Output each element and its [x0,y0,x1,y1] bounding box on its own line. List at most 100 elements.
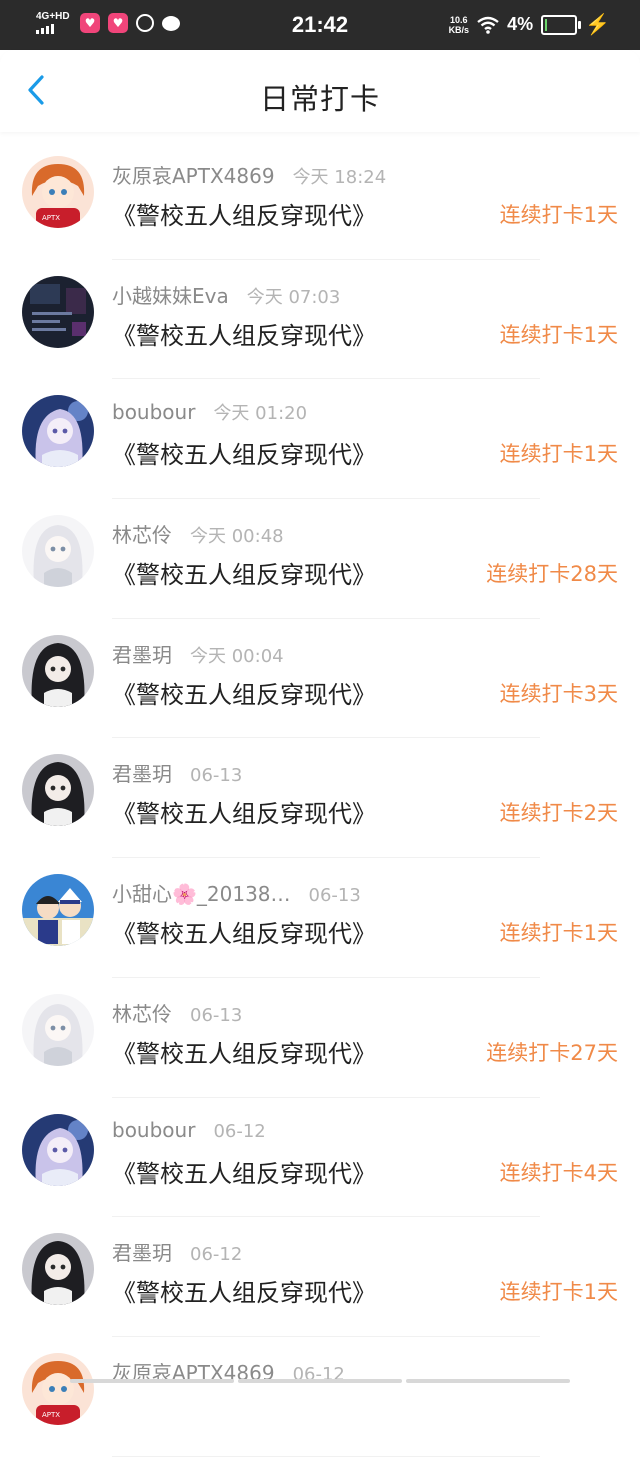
list-item[interactable]: 君墨玥 06-12 《警校五人组反穿现代》 连续打卡1天 [0,1217,640,1337]
entry-meta: 灰原哀APTX4869 今天 18:24 [112,160,386,189]
username[interactable]: 君墨玥 [112,1237,172,1266]
list-item[interactable]: 君墨玥 今天 00:04 《警校五人组反穿现代》 连续打卡3天 [0,619,640,739]
checkin-list: APTX 灰原哀APTX4869 今天 18:24 《警校五人组反穿现代》 连续… [0,140,640,1457]
streak-badge: 连续打卡27天 [486,1040,618,1065]
streak-badge: 连续打卡2天 [499,801,618,826]
avatar-image: APTX [22,156,94,228]
avatar[interactable] [22,874,94,947]
nav-bar: 日常打卡 [0,50,640,132]
entry-meta: boubour 今天 01:20 [112,399,307,425]
speed-value: 10.6 [450,14,468,25]
username[interactable]: boubour [112,400,195,424]
avatar-image [22,874,94,947]
avatar[interactable] [22,515,94,588]
avatar[interactable] [22,1113,94,1186]
book-title[interactable]: 《警校五人组反穿现代》 [112,435,376,470]
avatar[interactable]: APTX [22,156,94,228]
list-item[interactable]: 小越妹妹Eva 今天 07:03 《警校五人组反穿现代》 连续打卡1天 [0,260,640,380]
list-item[interactable]: 林芯伶 今天 00:48 《警校五人组反穿现代》 连续打卡28天 [0,499,640,619]
list-item[interactable]: 林芯伶 06-13 《警校五人组反穿现代》 连续打卡27天 [0,978,640,1098]
avatar[interactable] [22,275,94,348]
username[interactable]: 林芯伶 [112,998,172,1027]
svg-text:APTX: APTX [42,214,60,222]
timestamp: 06-13 [190,765,243,787]
username[interactable]: 君墨玥 [112,639,172,668]
avatar-image [22,395,94,468]
avatar-image [22,515,94,588]
avatar-image [22,275,94,348]
timestamp: 06-12 [190,1244,243,1266]
battery-fill [545,18,548,31]
book-title[interactable]: 《警校五人组反穿现代》 [112,196,376,231]
avatar[interactable] [22,754,94,827]
list-item[interactable]: boubour 今天 01:20 《警校五人组反穿现代》 连续打卡1天 [0,379,640,500]
streak-badge: 连续打卡28天 [486,562,618,587]
wifi-icon [477,16,499,34]
avatar-image: APTX [22,1352,94,1425]
network-speed: 10.6 KB/s [449,15,470,35]
streak-badge: 连续打卡1天 [499,921,618,946]
username[interactable]: 君墨玥 [112,758,172,787]
timestamp: 今天 00:48 [190,526,284,548]
avatar-image [22,1233,94,1306]
entry-meta: boubour 06-12 [112,1118,266,1142]
entry-meta: 林芯伶 06-13 [112,998,242,1027]
book-title[interactable]: 《警校五人组反穿现代》 [112,1273,376,1308]
username[interactable]: 小甜心🌸_20138… [112,878,291,907]
streak-badge: 连续打卡1天 [499,1280,618,1305]
status-right: 10.6 KB/s 4% ⚡ [449,12,610,37]
status-bar: 4G+HD ♥ ♥ 21:42 10.6 KB/s 4% ⚡ [0,0,640,50]
list-item[interactable]: 君墨玥 06-13 《警校五人组反穿现代》 连续打卡2天 [0,738,640,859]
timestamp: 06-13 [308,885,361,907]
avatar-image [22,754,94,827]
timestamp: 06-12 [213,1120,266,1142]
timestamp: 今天 01:20 [213,403,308,425]
avatar-image [22,1113,94,1186]
page-title: 日常打卡 [259,82,380,116]
timestamp: 今天 07:03 [246,286,341,308]
timestamp: 今天 18:24 [292,167,387,188]
book-title[interactable]: 《警校五人组反穿现代》 [112,675,376,710]
entry-meta: 君墨玥 06-13 [112,758,242,787]
avatar-image [22,993,94,1066]
streak-badge: 连续打卡1天 [499,203,618,227]
streak-badge: 连续打卡3天 [499,681,618,706]
entry-meta: 林芯伶 今天 00:48 [112,519,284,548]
book-title[interactable]: 《警校五人组反穿现代》 [112,1154,376,1189]
divider [112,1455,540,1457]
speed-unit: KB/s [448,24,470,35]
username[interactable]: 灰原哀APTX4869 [112,160,275,189]
book-title[interactable]: 《警校五人组反穿现代》 [112,316,376,351]
list-item[interactable]: APTX 灰原哀APTX4869 06-12 [0,1337,640,1457]
scroll-indicator [70,1379,570,1383]
username[interactable]: boubour [112,1118,195,1142]
entry-meta: 君墨玥 今天 00:04 [112,639,284,668]
book-title[interactable]: 《警校五人组反穿现代》 [112,1034,376,1069]
timestamp: 06-13 [190,1004,243,1026]
battery-percent: 4% [507,14,534,34]
list-item[interactable]: APTX 灰原哀APTX4869 今天 18:24 《警校五人组反穿现代》 连续… [0,140,640,260]
svg-text:APTX: APTX [42,1411,60,1419]
avatar-image [22,634,94,707]
list-item[interactable]: 小甜心🌸_20138… 06-13 《警校五人组反穿现代》 连续打卡1天 [0,858,640,978]
list-item[interactable]: boubour 06-12 《警校五人组反穿现代》 连续打卡4天 [0,1098,640,1218]
username[interactable]: 林芯伶 [112,519,172,548]
book-title[interactable]: 《警校五人组反穿现代》 [112,794,376,829]
charging-bolt-icon: ⚡ [585,14,610,36]
battery-icon [541,14,582,35]
avatar[interactable] [22,395,94,468]
entry-meta: 小越妹妹Eva 今天 07:03 [112,280,340,309]
entry-meta: 君墨玥 06-12 [112,1237,242,1266]
avatar[interactable] [22,993,94,1066]
avatar[interactable] [22,1233,94,1306]
book-title[interactable]: 《警校五人组反穿现代》 [112,914,376,949]
streak-badge: 连续打卡4天 [499,1160,618,1185]
timestamp: 今天 00:04 [190,645,284,667]
username[interactable]: 小越妹妹Eva [112,280,229,309]
entry-meta: 小甜心🌸_20138… 06-13 [112,878,361,907]
avatar[interactable] [22,634,94,707]
avatar[interactable]: APTX [22,1352,94,1425]
streak-badge: 连续打卡1天 [499,322,618,347]
book-title[interactable]: 《警校五人组反穿现代》 [112,555,376,590]
streak-badge: 连续打卡1天 [499,442,618,467]
